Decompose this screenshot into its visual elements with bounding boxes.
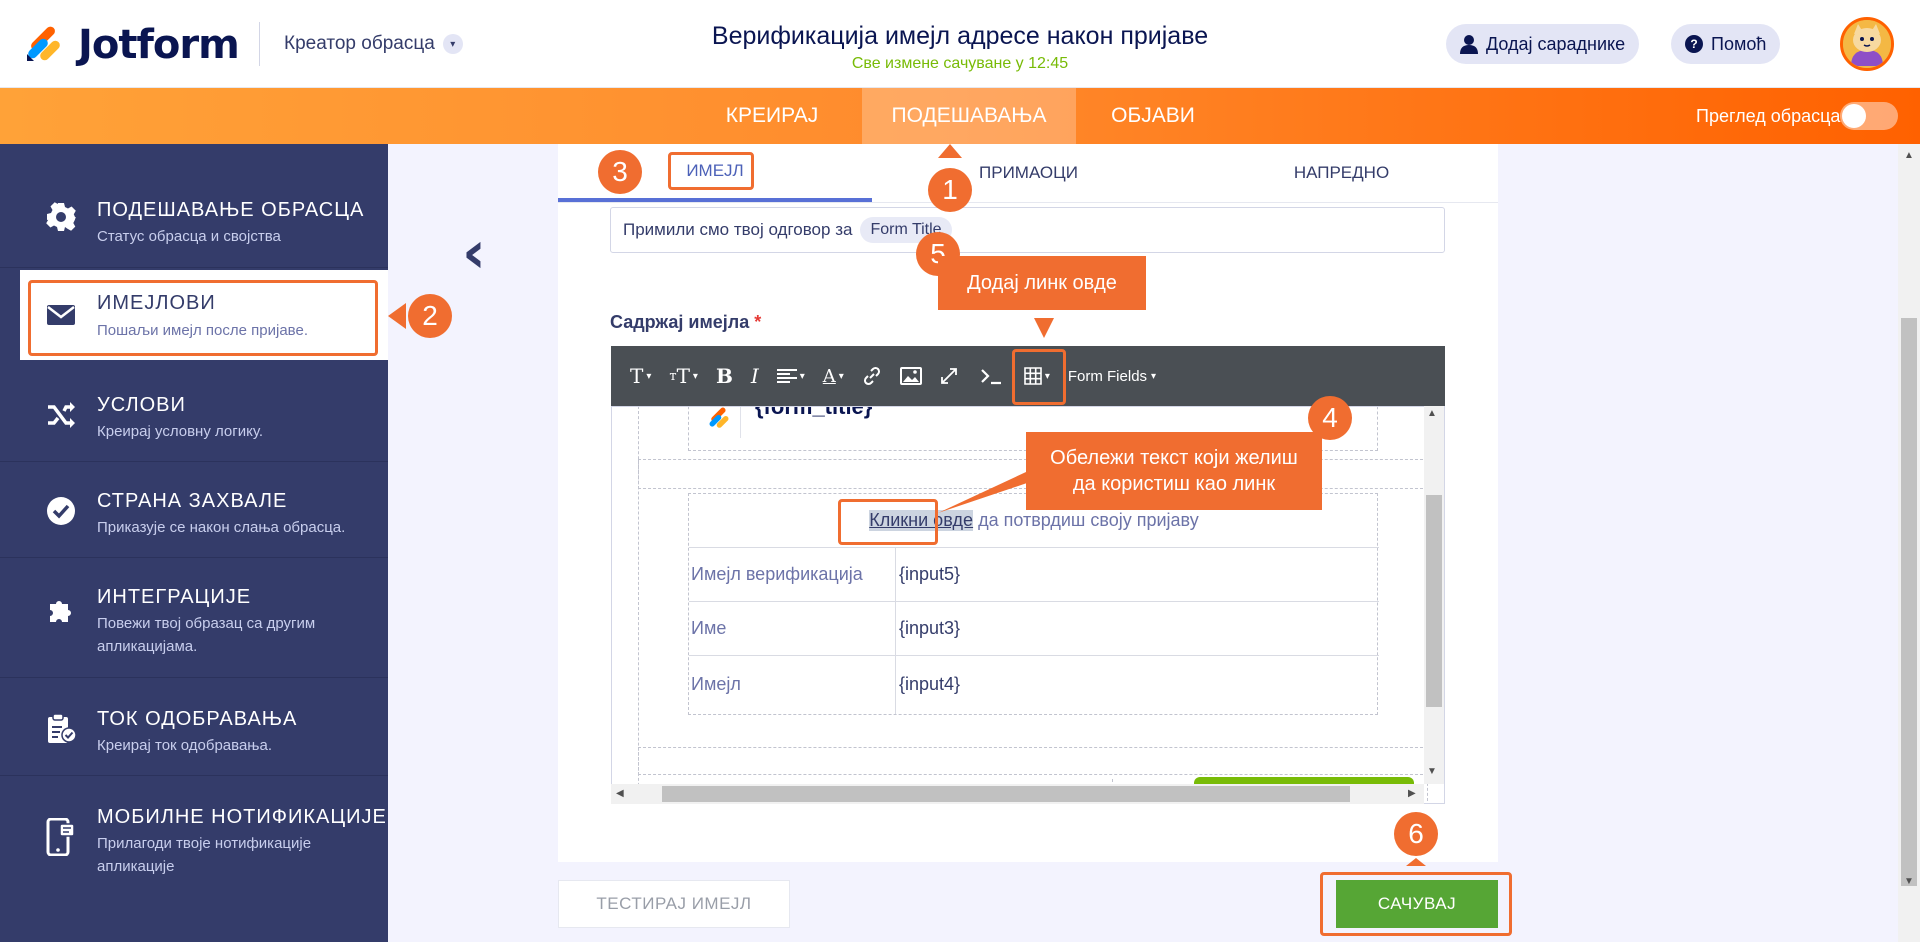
tooltip-select-text: Обележи текст који желиш да користиш као… bbox=[1026, 432, 1322, 510]
step-badge-2: 2 bbox=[408, 294, 452, 338]
step-badge-6: 6 bbox=[1394, 812, 1438, 856]
step-badge-3: 3 bbox=[598, 150, 642, 194]
tooltip-add-link: Додај линк овде bbox=[938, 256, 1146, 310]
annotation-pointers bbox=[388, 144, 1426, 866]
step-badge-1: 1 bbox=[928, 168, 972, 212]
